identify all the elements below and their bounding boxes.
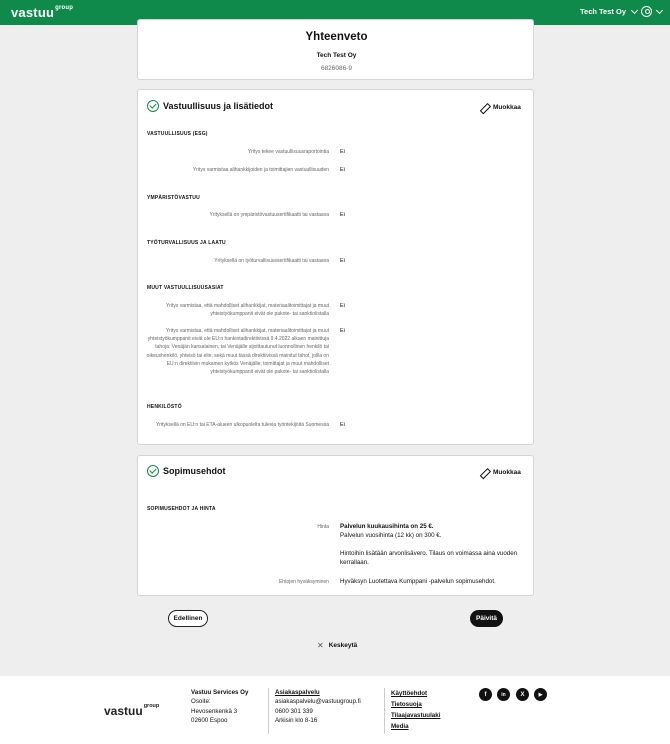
group-heading: VASTUULLISUUS (ESG) [147, 131, 208, 137]
pencil-icon [480, 103, 489, 112]
answer-value: Ei [340, 149, 345, 155]
footer-company-info: Vastuu Services Oy Osoite: Hevosenkenkä … [191, 688, 248, 726]
price-note: Hintoihin lisätään arvonlisävero. Tilaus… [340, 550, 518, 567]
footer: vastuugroup Vastuu Services Oy Osoite: H… [0, 676, 670, 744]
group-heading: HENKILÖSTÖ [147, 404, 182, 410]
summary-card: Yhteenveto Tech Test Oy 6826086-9 [137, 19, 534, 80]
cancel-button[interactable]: ✕ Keskeytä [317, 641, 357, 650]
page-title: Yhteenveto [305, 31, 368, 43]
question-label: Yrityksellä on työturvallisuussertifikaa… [214, 258, 329, 264]
footer-street: Hevosenkenkä 3 [191, 707, 238, 715]
price-label: Hinta [317, 524, 329, 530]
section-title: Sopimusehdot [163, 466, 226, 476]
section-title: Vastuullisuus ja lisätiedot [163, 101, 274, 111]
answer-value: Ei [340, 212, 345, 218]
logo-text: vastuu [11, 5, 55, 20]
agreement-card: Sopimusehdot Muokkaa SOPIMUSEHDOT JA HIN… [137, 455, 534, 596]
price-details: Palvelun kuukausihinta on 25 €. Palvelun… [340, 522, 520, 541]
edit-label: Muokkaa [493, 104, 521, 111]
pencil-icon [480, 468, 489, 477]
footer-link-terms[interactable]: Käyttöehdot [391, 688, 440, 699]
chevron-down-icon [630, 6, 639, 14]
x-icon[interactable]: X [516, 688, 529, 701]
group-heading: TYÖTURVALLISUUS JA LAATU [147, 240, 226, 246]
close-icon: ✕ [317, 641, 324, 650]
footer-logo[interactable]: vastuugroup [104, 703, 160, 718]
footer-link-media[interactable]: Media [391, 721, 440, 732]
question-label: Yritys varmistaa, että mahdolliset aliha… [165, 303, 329, 318]
footer-city: 02600 Espoo [191, 717, 228, 725]
footer-company-name: Vastuu Services Oy [191, 689, 249, 696]
footer-support-title[interactable]: Asiakaspalvelu [275, 688, 361, 697]
answer-value: Ei [340, 258, 345, 264]
edit-responsibility-button[interactable]: Muokkaa [480, 103, 521, 112]
company-menu-label: Tech Test Oy [580, 7, 626, 16]
vastuu-logo[interactable]: vastuugroup [11, 5, 73, 20]
question-label: Yritys varmistaa alihankkijoiden ja toim… [192, 167, 329, 173]
user-icon [641, 6, 652, 17]
footer-logo-text: vastuu [104, 704, 143, 718]
youtube-icon[interactable]: ▶ [534, 688, 547, 701]
monthly-price: Palvelun kuukausihinta on 25 €. [340, 523, 434, 530]
footer-link-privacy[interactable]: Tietosuoja [391, 699, 440, 710]
previous-button[interactable]: Edellinen [168, 610, 208, 627]
answer-value: Ei [340, 303, 345, 309]
answer-value: Ei [340, 167, 345, 173]
cancel-label: Keskeytä [328, 642, 358, 649]
terms-value: Hyväksyn Luotettava Kumppani -palvelun s… [340, 578, 496, 585]
update-button[interactable]: Päivitä [470, 610, 503, 627]
footer-link-contractor-law[interactable]: Tilaajavastuulaki [391, 710, 440, 721]
answer-value: Ei [340, 328, 345, 334]
check-circle-icon [147, 465, 159, 477]
company-name: Tech Test Oy [316, 52, 357, 59]
group-heading: SOPIMUSEHDOT JA HINTA [147, 506, 216, 512]
user-menu[interactable] [641, 6, 664, 17]
footer-links: Käyttöehdot Tietosuoja Tilaajavastuulaki… [391, 688, 440, 732]
footer-email[interactable]: asiakaspalvelu@vastuugroup.fi [275, 697, 361, 706]
company-menu[interactable]: Tech Test Oy [580, 6, 639, 16]
footer-hours: Arkisin klo 8-16 [275, 717, 318, 725]
question-label: Yritys tekee vastuullisuusraportointia [247, 149, 329, 155]
answer-value: Ei [340, 422, 345, 428]
check-circle-icon [147, 100, 159, 112]
logo-sup-text: group [55, 4, 74, 11]
edit-agreement-button[interactable]: Muokkaa [480, 468, 521, 477]
footer-logo-sup: group [143, 703, 160, 709]
terms-label: Ehtojen hyväksyminen [278, 579, 329, 585]
group-heading: YMPÄRISTÖVASTUU [147, 195, 200, 201]
footer-support-info: Asiakaspalvelu asiakaspalvelu@vastuugrou… [275, 688, 361, 726]
linkedin-icon[interactable]: in [497, 688, 510, 701]
footer-phone: 0600 301 339 [275, 707, 313, 715]
group-heading: MUUT VASTUULLISUUSASIAT [147, 285, 224, 291]
edit-label: Muokkaa [493, 469, 521, 476]
question-label: Yritys varmistaa, että mahdolliset aliha… [146, 328, 329, 376]
yearly-price: Palvelun vuosihinta (12 kk) on 300 €. [340, 532, 442, 540]
footer-divider [384, 688, 385, 734]
business-id: 6826086-9 [320, 65, 353, 72]
footer-divider [268, 688, 269, 734]
responsibility-card: Vastuullisuus ja lisätiedot Muokkaa VAST… [137, 89, 534, 445]
question-label: Yrityksellä on EU:n tai ETA-alueen ulkop… [155, 422, 329, 428]
question-label: Yrityksellä on ympäristövastuusertifikaa… [209, 212, 330, 218]
footer-address-label: Osoite: [191, 698, 211, 706]
chevron-down-icon [655, 6, 664, 14]
facebook-icon[interactable]: f [479, 688, 492, 701]
